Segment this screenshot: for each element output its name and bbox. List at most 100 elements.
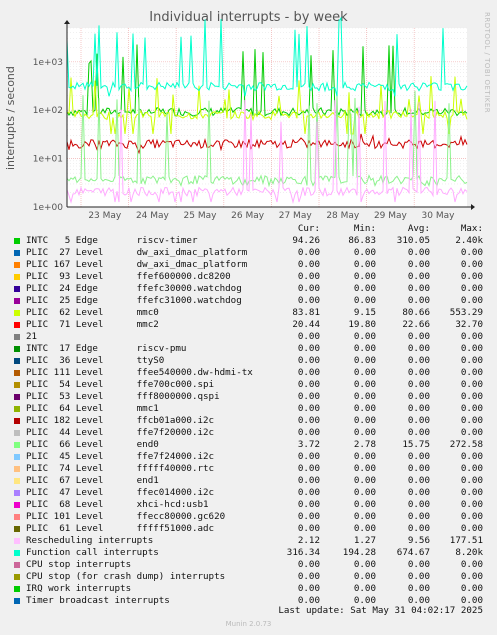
- legend-cur: 0.00: [297, 487, 320, 498]
- legend-swatch: [14, 286, 20, 292]
- legend-label: PLIC 93 Level ffef600000.dc8200: [26, 271, 231, 282]
- x-tick-label: 28 May: [326, 211, 360, 220]
- legend-swatch: [14, 574, 20, 580]
- legend-cur: 0.00: [297, 475, 320, 486]
- x-tick-label: 26 May: [231, 211, 265, 220]
- legend-min: 0.00: [353, 367, 376, 378]
- legend-cur: 0.00: [297, 343, 320, 354]
- legend-min: 0.00: [353, 451, 376, 462]
- legend-swatch: [14, 250, 20, 256]
- legend-cur: 0.00: [297, 403, 320, 414]
- legend-cur: 0.00: [297, 355, 320, 366]
- legend-max: 0.00: [460, 391, 483, 402]
- legend-max: 0.00: [460, 271, 483, 282]
- legend-swatch: [14, 322, 20, 328]
- legend-label: PLIC 71 Level mmc2: [26, 319, 159, 330]
- legend-max: 8.20k: [455, 547, 483, 558]
- legend-max: 0.00: [460, 427, 483, 438]
- x-tick-label: 23 May: [88, 211, 122, 220]
- legend-min: 0.00: [353, 271, 376, 282]
- legend-min: 0.00: [353, 343, 376, 354]
- legend-label: PLIC 67 Level end1: [26, 475, 159, 486]
- legend-min: 0.00: [353, 283, 376, 294]
- legend-max: 0.00: [460, 283, 483, 294]
- legend-min: 194.28: [342, 547, 376, 558]
- legend-swatch: [14, 442, 20, 448]
- legend-label: INTC 5 Edge riscv-timer: [26, 235, 198, 246]
- legend-cur: 0.00: [297, 499, 320, 510]
- legend-min: 0.00: [353, 391, 376, 402]
- legend-min: 19.80: [348, 319, 376, 330]
- legend-min: 0.00: [353, 247, 376, 258]
- last-update: Last update: Sat May 31 04:02:17 2025: [278, 605, 483, 616]
- legend-min: 0.00: [353, 475, 376, 486]
- y-tick-label: 1e+01: [33, 155, 63, 165]
- legend-label: PLIC 53 Level fff8000000.qspi: [26, 391, 220, 402]
- legend-cur: 316.34: [286, 547, 320, 558]
- legend-label: Function call interrupts: [26, 547, 159, 558]
- legend-cur: 0.00: [297, 259, 320, 270]
- legend-swatch: [14, 466, 20, 472]
- x-tick-label: 30 May: [422, 211, 456, 220]
- y-tick-label: 1e+02: [33, 106, 63, 116]
- legend-max: 0.00: [460, 559, 483, 570]
- legend-min: 0.00: [353, 355, 376, 366]
- legend-max: 0.00: [460, 415, 483, 426]
- legend-swatch: [14, 430, 20, 436]
- legend-label: PLIC 68 Level xhci-hcd:usb1: [26, 499, 209, 510]
- legend-cur: 0.00: [297, 391, 320, 402]
- legend-max: 0.00: [460, 367, 483, 378]
- legend-min: 9.15: [353, 307, 376, 318]
- legend-cur: 83.81: [292, 307, 320, 318]
- legend-label: CPU stop (for crash dump) interrupts: [26, 571, 226, 582]
- legend-cur: 94.26: [292, 235, 320, 246]
- y-axis-arrow: [64, 20, 70, 24]
- legend-swatch: [14, 382, 20, 388]
- legend-cur: 0.00: [297, 583, 320, 594]
- legend-min: 2.78: [353, 439, 376, 450]
- legend-label: IRQ work interrupts: [26, 583, 132, 594]
- legend-min: 0.00: [353, 487, 376, 498]
- legend-cur: 0.00: [297, 571, 320, 582]
- x-tick-label: 27 May: [279, 211, 313, 220]
- legend-label: PLIC 62 Level mmc0: [26, 307, 159, 318]
- legend-min: 0.00: [353, 331, 376, 342]
- legend-swatch: [14, 598, 20, 604]
- legend-swatch: [14, 550, 20, 556]
- legend-min: 86.83: [348, 235, 376, 246]
- legend-min: 0.00: [353, 511, 376, 522]
- legend-label: PLIC 44 Level ffe7f20000.i2c: [26, 427, 215, 438]
- legend-min: 0.00: [353, 463, 376, 474]
- header-cur: Cur:: [297, 223, 320, 234]
- legend-max: 0.00: [460, 463, 483, 474]
- legend-swatch: [14, 334, 20, 340]
- legend-swatch: [14, 394, 20, 400]
- munin-version: Munin 2.0.73: [225, 620, 272, 628]
- legend-min: 1.27: [353, 535, 376, 546]
- legend-label: PLIC 54 Level ffe700c000.spi: [26, 379, 215, 390]
- legend-max: 0.00: [460, 343, 483, 354]
- legend-min: 0.00: [353, 571, 376, 582]
- legend-label: PLIC 182 Level ffcb01a000.i2c: [26, 415, 215, 426]
- x-axis-arrow: [471, 204, 475, 210]
- legend-cur: 0.00: [297, 415, 320, 426]
- legend-max: 0.00: [460, 295, 483, 306]
- legend-cur: 0.00: [297, 331, 320, 342]
- legend-min: 0.00: [353, 379, 376, 390]
- legend-swatch: [14, 562, 20, 568]
- legend-swatch: [14, 502, 20, 508]
- legend-max: 0.00: [460, 499, 483, 510]
- legend-max: 0.00: [460, 523, 483, 534]
- legend-label: PLIC 25 Edge ffefc31000.watchdog: [26, 295, 242, 306]
- legend-cur: 0.00: [297, 367, 320, 378]
- legend-cur: 0.00: [297, 451, 320, 462]
- legend-min: 0.00: [353, 583, 376, 594]
- legend-label: INTC 17 Edge riscv-pmu: [26, 343, 187, 354]
- x-tick-label: 29 May: [374, 211, 408, 220]
- legend-max: 272.58: [449, 439, 483, 450]
- legend-max: 2.40k: [455, 235, 483, 246]
- x-tick-label: 25 May: [184, 211, 218, 220]
- legend-cur: 0.00: [297, 379, 320, 390]
- legend-label: PLIC 47 Level ffec014000.i2c: [26, 487, 215, 498]
- legend-swatch: [14, 370, 20, 376]
